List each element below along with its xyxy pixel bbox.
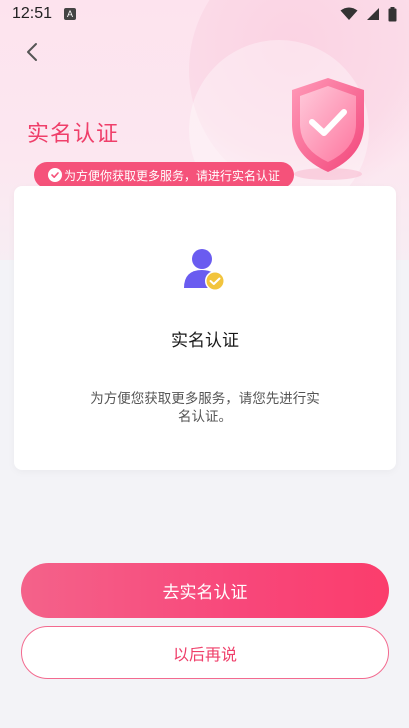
card-title: 实名认证 xyxy=(171,331,239,351)
status-time: 12:51 xyxy=(12,5,53,22)
chevron-left-icon xyxy=(27,43,37,61)
verification-card: 实名认证 为方便您获取更多服务，请您先进行实名认证。 xyxy=(14,186,396,470)
card-description: 为方便您获取更多服务，请您先进行实名认证。 xyxy=(90,391,320,425)
check-circle-icon xyxy=(48,168,62,182)
page-title: 实名认证 xyxy=(27,122,120,147)
status-bar: 12:51 A xyxy=(0,0,409,28)
shield-check-icon xyxy=(292,78,364,180)
tip-text: 为方便你获取更多服务，请进行实名认证 xyxy=(64,168,281,183)
signal-icon xyxy=(367,8,379,20)
user-verified-icon xyxy=(184,249,225,291)
a-letter-icon: A xyxy=(64,8,77,20)
later-button[interactable]: 以后再说 xyxy=(21,626,389,679)
battery-icon xyxy=(388,6,397,21)
tip-badge: 为方便你获取更多服务，请进行实名认证 xyxy=(34,162,295,188)
wifi-icon xyxy=(340,7,358,20)
verify-now-button[interactable]: 去实名认证 xyxy=(21,563,389,618)
back-button[interactable] xyxy=(18,38,46,66)
